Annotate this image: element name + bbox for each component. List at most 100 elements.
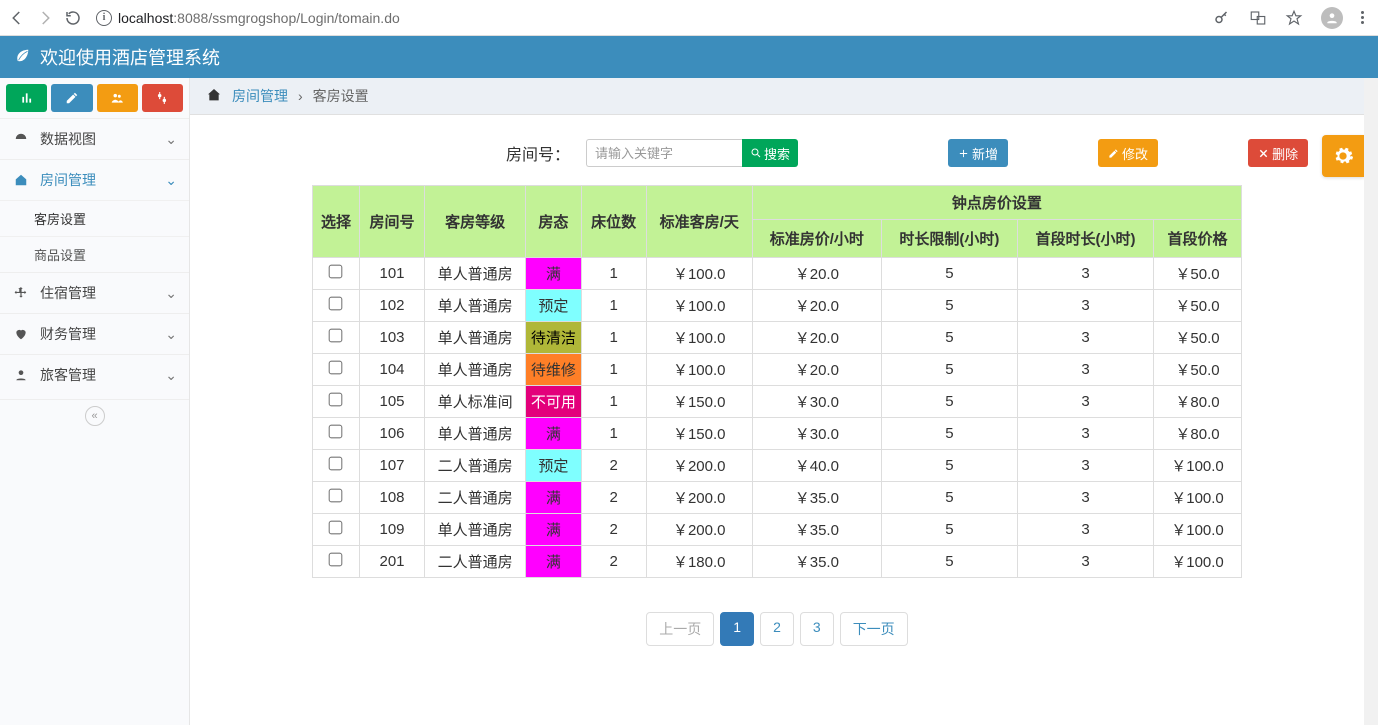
cell-status: 待维修: [526, 354, 581, 386]
cell-beds: 1: [581, 290, 646, 322]
cell-room-no: 109: [359, 514, 424, 546]
cell-limit: 5: [881, 290, 1017, 322]
row-checkbox[interactable]: [329, 361, 343, 375]
cell-limit: 5: [881, 258, 1017, 290]
edit-button[interactable]: 修改: [1098, 139, 1158, 167]
row-checkbox[interactable]: [329, 489, 343, 503]
sidebar-sub-label: 商品设置: [34, 248, 86, 263]
row-checkbox[interactable]: [329, 329, 343, 343]
page-1[interactable]: 1: [720, 612, 754, 646]
add-button[interactable]: 新增: [948, 139, 1008, 167]
table-row: 106单人普通房满1￥150.0￥30.053￥80.0: [313, 418, 1242, 450]
key-icon[interactable]: [1213, 9, 1231, 27]
scrollbar[interactable]: [1364, 78, 1378, 725]
sidebar-item-room-mgmt[interactable]: 房间管理 ⌄: [0, 159, 189, 200]
sidebar-item-guest-mgmt[interactable]: 旅客管理 ⌄: [0, 354, 189, 395]
sidebar-item-label: 住宿管理: [40, 283, 96, 303]
cell-std-day: ￥150.0: [646, 386, 752, 418]
table-row: 108二人普通房满2￥200.0￥35.053￥100.0: [313, 482, 1242, 514]
translate-icon[interactable]: [1249, 9, 1267, 27]
cell-first-dur: 3: [1017, 258, 1153, 290]
toolbar-settings-button[interactable]: [142, 84, 183, 112]
cell-beds: 2: [581, 514, 646, 546]
move-icon: [12, 286, 30, 300]
cell-status: 满: [526, 546, 581, 578]
url-bar[interactable]: i localhost:8088/ssmgrogshop/Login/tomai…: [92, 10, 1203, 26]
room-no-label: 房间号：: [506, 141, 570, 165]
sidebar-item-label: 数据视图: [40, 129, 96, 149]
sidebar-item-data-view[interactable]: 数据视图 ⌄: [0, 118, 189, 159]
reload-icon[interactable]: [64, 9, 82, 27]
info-icon: i: [96, 10, 112, 26]
user-icon: [12, 368, 30, 382]
row-checkbox[interactable]: [329, 265, 343, 279]
sidebar-item-finance-mgmt[interactable]: 财务管理 ⌄: [0, 313, 189, 354]
forward-icon[interactable]: [36, 9, 54, 27]
cell-first-price: ￥80.0: [1154, 418, 1242, 450]
cell-beds: 2: [581, 546, 646, 578]
settings-float-button[interactable]: [1322, 135, 1364, 177]
cell-status: 满: [526, 258, 581, 290]
cell-room-no: 108: [359, 482, 424, 514]
page-2[interactable]: 2: [760, 612, 794, 646]
profile-avatar[interactable]: [1321, 7, 1343, 29]
search-input[interactable]: [586, 139, 742, 167]
breadcrumb-link[interactable]: 房间管理: [232, 86, 288, 106]
cell-first-dur: 3: [1017, 514, 1153, 546]
cell-status: 满: [526, 418, 581, 450]
app-header: 欢迎使用酒店管理系统: [0, 36, 1378, 78]
toolbar-edit-button[interactable]: [51, 84, 92, 112]
cell-std-hour: ￥20.0: [752, 258, 881, 290]
menu-icon[interactable]: [1361, 11, 1364, 24]
search-button[interactable]: 搜索: [742, 139, 798, 167]
collapse-icon: «: [85, 406, 105, 426]
cell-beds: 2: [581, 482, 646, 514]
cell-status: 预定: [526, 450, 581, 482]
page-3[interactable]: 3: [800, 612, 834, 646]
cell-room-no: 106: [359, 418, 424, 450]
cell-first-price: ￥50.0: [1154, 290, 1242, 322]
cell-room-no: 101: [359, 258, 424, 290]
cell-beds: 1: [581, 386, 646, 418]
delete-button[interactable]: 删除: [1248, 139, 1308, 167]
cell-limit: 5: [881, 418, 1017, 450]
home-icon[interactable]: [206, 87, 222, 106]
cell-std-hour: ￥35.0: [752, 482, 881, 514]
page-next[interactable]: 下一页: [840, 612, 908, 646]
cell-grade: 二人普通房: [425, 482, 526, 514]
th-room-no: 房间号: [359, 186, 424, 258]
search-button-label: 搜索: [764, 144, 790, 163]
row-checkbox[interactable]: [329, 425, 343, 439]
sidebar-item-label: 房间管理: [40, 170, 96, 190]
sidebar-sub-room-setting[interactable]: 客房设置: [0, 200, 189, 236]
cell-first-dur: 3: [1017, 546, 1153, 578]
star-icon[interactable]: [1285, 9, 1303, 27]
th-std-hour: 标准房价/小时: [752, 220, 881, 258]
row-checkbox[interactable]: [329, 297, 343, 311]
th-group-hourly: 钟点房价设置: [752, 186, 1241, 220]
toolbar-users-button[interactable]: [97, 84, 138, 112]
row-checkbox[interactable]: [329, 521, 343, 535]
row-checkbox[interactable]: [329, 553, 343, 567]
cell-first-dur: 3: [1017, 386, 1153, 418]
sidebar-collapse[interactable]: «: [0, 399, 189, 432]
row-checkbox[interactable]: [329, 393, 343, 407]
sidebar-sub-label: 客房设置: [34, 212, 86, 227]
chevron-down-icon: ⌄: [165, 326, 177, 343]
toolbar-stats-button[interactable]: [6, 84, 47, 112]
sidebar-item-stay-mgmt[interactable]: 住宿管理 ⌄: [0, 272, 189, 313]
cell-first-dur: 3: [1017, 482, 1153, 514]
cell-grade: 单人普通房: [425, 354, 526, 386]
sidebar-sub-goods-setting[interactable]: 商品设置: [0, 236, 189, 272]
sidebar-item-label: 财务管理: [40, 324, 96, 344]
back-icon[interactable]: [8, 9, 26, 27]
cell-std-day: ￥200.0: [646, 482, 752, 514]
cell-limit: 5: [881, 482, 1017, 514]
dashboard-icon: [12, 132, 30, 146]
row-checkbox[interactable]: [329, 457, 343, 471]
cell-std-hour: ￥30.0: [752, 418, 881, 450]
cell-grade: 单人普通房: [425, 290, 526, 322]
cell-room-no: 103: [359, 322, 424, 354]
cell-limit: 5: [881, 354, 1017, 386]
heart-icon: [12, 327, 30, 341]
